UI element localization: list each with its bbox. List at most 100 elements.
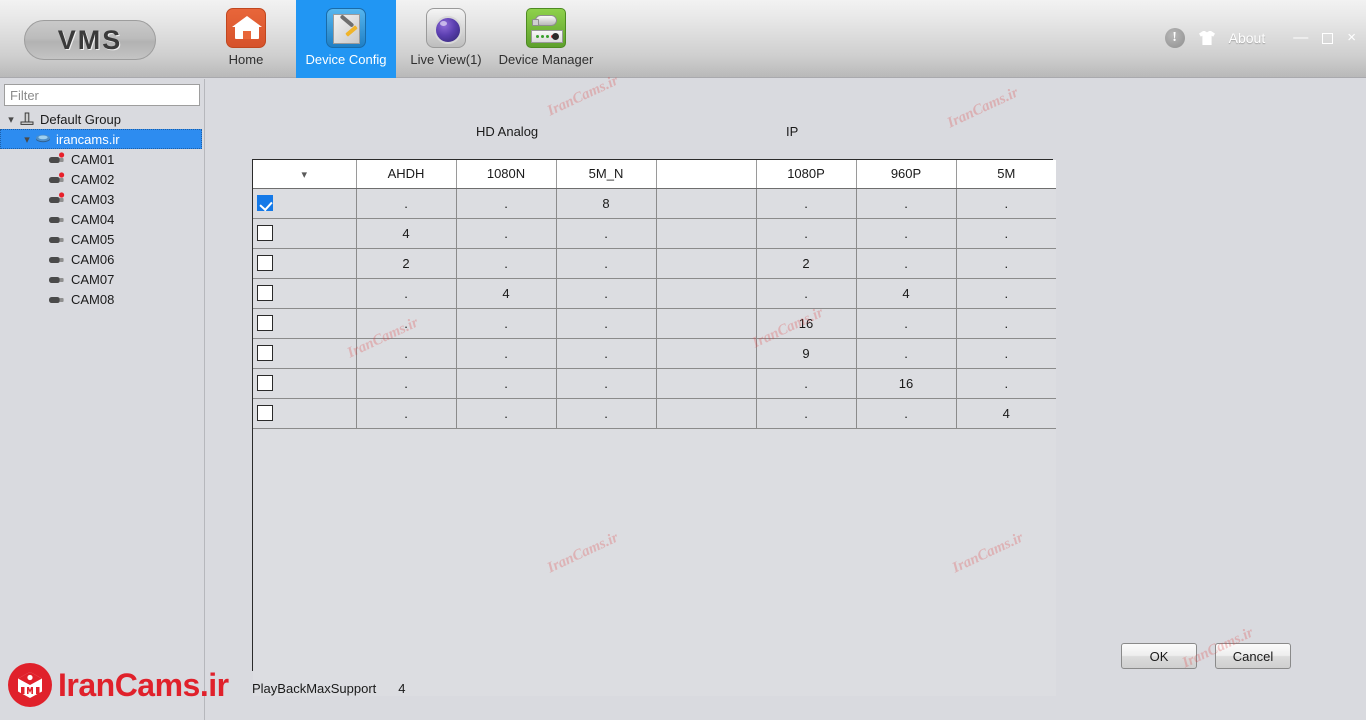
- close-button[interactable]: ×: [1347, 30, 1356, 46]
- cell-5m[interactable]: .: [956, 308, 1056, 339]
- table-header-960p[interactable]: 960P: [856, 160, 957, 189]
- row-checkbox[interactable]: [257, 195, 273, 212]
- toolbar-item-device-config[interactable]: Device Config: [296, 0, 396, 78]
- tree-item-default-group[interactable]: ▾ Default Group: [0, 109, 205, 129]
- filter-input[interactable]: Filter: [4, 84, 200, 106]
- table-header-1080p[interactable]: 1080P: [756, 160, 857, 189]
- cell-1080p[interactable]: .: [756, 368, 857, 399]
- cell-ahdh[interactable]: .: [356, 338, 457, 369]
- cell-1080n[interactable]: .: [456, 188, 557, 219]
- cancel-button[interactable]: Cancel: [1215, 643, 1291, 669]
- cell-5m-n[interactable]: .: [556, 368, 657, 399]
- cell-1080n[interactable]: .: [456, 338, 557, 369]
- tree-item-cam02[interactable]: CAM02: [0, 169, 205, 189]
- row-checkbox[interactable]: [257, 285, 273, 302]
- cell-5m[interactable]: .: [956, 338, 1056, 369]
- chevron-down-icon[interactable]: ▾: [301, 169, 307, 181]
- chevron-down-icon[interactable]: ▾: [4, 113, 18, 126]
- cell-5m-n[interactable]: .: [556, 278, 657, 309]
- cell-960p[interactable]: 4: [856, 278, 957, 309]
- cell-960p[interactable]: .: [856, 248, 957, 279]
- cell-960p[interactable]: .: [856, 308, 957, 339]
- cell-1080n[interactable]: .: [456, 308, 557, 339]
- row-checkbox-cell[interactable]: [253, 188, 357, 219]
- table-row[interactable]: . . . . 16 .: [253, 368, 1056, 399]
- cell-1080p[interactable]: 9: [756, 338, 857, 369]
- cell-5m[interactable]: .: [956, 218, 1056, 249]
- about-button[interactable]: About: [1229, 30, 1266, 46]
- chevron-down-icon[interactable]: ▾: [20, 133, 34, 146]
- table-row[interactable]: . . 8 . . .: [253, 188, 1056, 219]
- row-checkbox[interactable]: [257, 315, 273, 332]
- row-checkbox-cell[interactable]: [253, 338, 357, 369]
- table-header-ahdh[interactable]: AHDH: [356, 160, 457, 189]
- cell-1080n[interactable]: .: [456, 398, 557, 429]
- tree-item-cam03[interactable]: CAM03: [0, 189, 205, 209]
- cell-5m-n[interactable]: .: [556, 308, 657, 339]
- cell-ahdh[interactable]: 4: [356, 218, 457, 249]
- cell-5m[interactable]: .: [956, 248, 1056, 279]
- cell-960p[interactable]: .: [856, 338, 957, 369]
- maximize-button[interactable]: [1322, 32, 1334, 44]
- cell-1080n[interactable]: .: [456, 248, 557, 279]
- row-checkbox-cell[interactable]: [253, 308, 357, 339]
- cell-5m[interactable]: .: [956, 278, 1056, 309]
- cell-5m-n[interactable]: .: [556, 218, 657, 249]
- table-header-5m[interactable]: 5M: [956, 160, 1056, 189]
- info-icon[interactable]: !: [1164, 28, 1185, 48]
- row-checkbox[interactable]: [257, 345, 273, 362]
- table-row[interactable]: . . . 9 . .: [253, 338, 1056, 369]
- table-row[interactable]: . . . 16 . .: [253, 308, 1056, 339]
- cell-960p[interactable]: .: [856, 398, 957, 429]
- cell-1080p[interactable]: 2: [756, 248, 857, 279]
- cell-5m-n[interactable]: .: [556, 398, 657, 429]
- table-header-1080n[interactable]: 1080N: [456, 160, 557, 189]
- cell-960p[interactable]: .: [856, 218, 957, 249]
- row-checkbox[interactable]: [257, 375, 273, 392]
- cell-1080n[interactable]: 4: [456, 278, 557, 309]
- cell-1080p[interactable]: .: [756, 218, 857, 249]
- table-header-5m-n[interactable]: 5M_N: [556, 160, 657, 189]
- ok-button[interactable]: OK: [1121, 643, 1197, 669]
- row-checkbox-cell[interactable]: [253, 278, 357, 309]
- cell-5m[interactable]: 4: [956, 398, 1056, 429]
- cell-ahdh[interactable]: .: [356, 368, 457, 399]
- tree-item-cam06[interactable]: CAM06: [0, 249, 205, 269]
- tree-item-cam07[interactable]: CAM07: [0, 269, 205, 289]
- row-checkbox-cell[interactable]: [253, 368, 357, 399]
- row-checkbox-cell[interactable]: [253, 218, 357, 249]
- cell-1080p[interactable]: .: [756, 188, 857, 219]
- cell-1080n[interactable]: .: [456, 218, 557, 249]
- cell-ahdh[interactable]: .: [356, 188, 457, 219]
- cell-1080p[interactable]: .: [756, 398, 857, 429]
- toolbar-item-live-view[interactable]: Live View(1): [396, 0, 496, 78]
- cell-ahdh[interactable]: .: [356, 278, 457, 309]
- row-checkbox-cell[interactable]: [253, 248, 357, 279]
- tree-item-cam05[interactable]: CAM05: [0, 229, 205, 249]
- minimize-button[interactable]: —: [1293, 30, 1308, 46]
- tree-item-cam04[interactable]: CAM04: [0, 209, 205, 229]
- cell-5m-n[interactable]: .: [556, 248, 657, 279]
- table-header-select[interactable]: ▾: [253, 160, 357, 189]
- cell-ahdh[interactable]: .: [356, 308, 457, 339]
- tree-item-irancams[interactable]: ▾ irancams.ir: [0, 129, 202, 149]
- cell-1080n[interactable]: .: [456, 368, 557, 399]
- toolbar-item-home[interactable]: Home: [196, 0, 296, 78]
- table-row[interactable]: 2 . . 2 . .: [253, 248, 1056, 279]
- tree-item-cam08[interactable]: CAM08: [0, 289, 205, 309]
- cell-5m[interactable]: .: [956, 368, 1056, 399]
- table-row[interactable]: 4 . . . . .: [253, 218, 1056, 249]
- cell-1080p[interactable]: .: [756, 278, 857, 309]
- cell-5m-n[interactable]: 8: [556, 188, 657, 219]
- row-checkbox[interactable]: [257, 405, 273, 422]
- row-checkbox[interactable]: [257, 225, 273, 242]
- cell-ahdh[interactable]: .: [356, 398, 457, 429]
- shirt-icon[interactable]: [1197, 28, 1217, 48]
- cell-960p[interactable]: 16: [856, 368, 957, 399]
- table-row[interactable]: . 4 . . 4 .: [253, 278, 1056, 309]
- tree-item-cam01[interactable]: CAM01: [0, 149, 205, 169]
- toolbar-item-device-manager[interactable]: Device Manager: [496, 0, 596, 78]
- cell-5m[interactable]: .: [956, 188, 1056, 219]
- table-row[interactable]: . . . . . 4: [253, 398, 1056, 429]
- cell-5m-n[interactable]: .: [556, 338, 657, 369]
